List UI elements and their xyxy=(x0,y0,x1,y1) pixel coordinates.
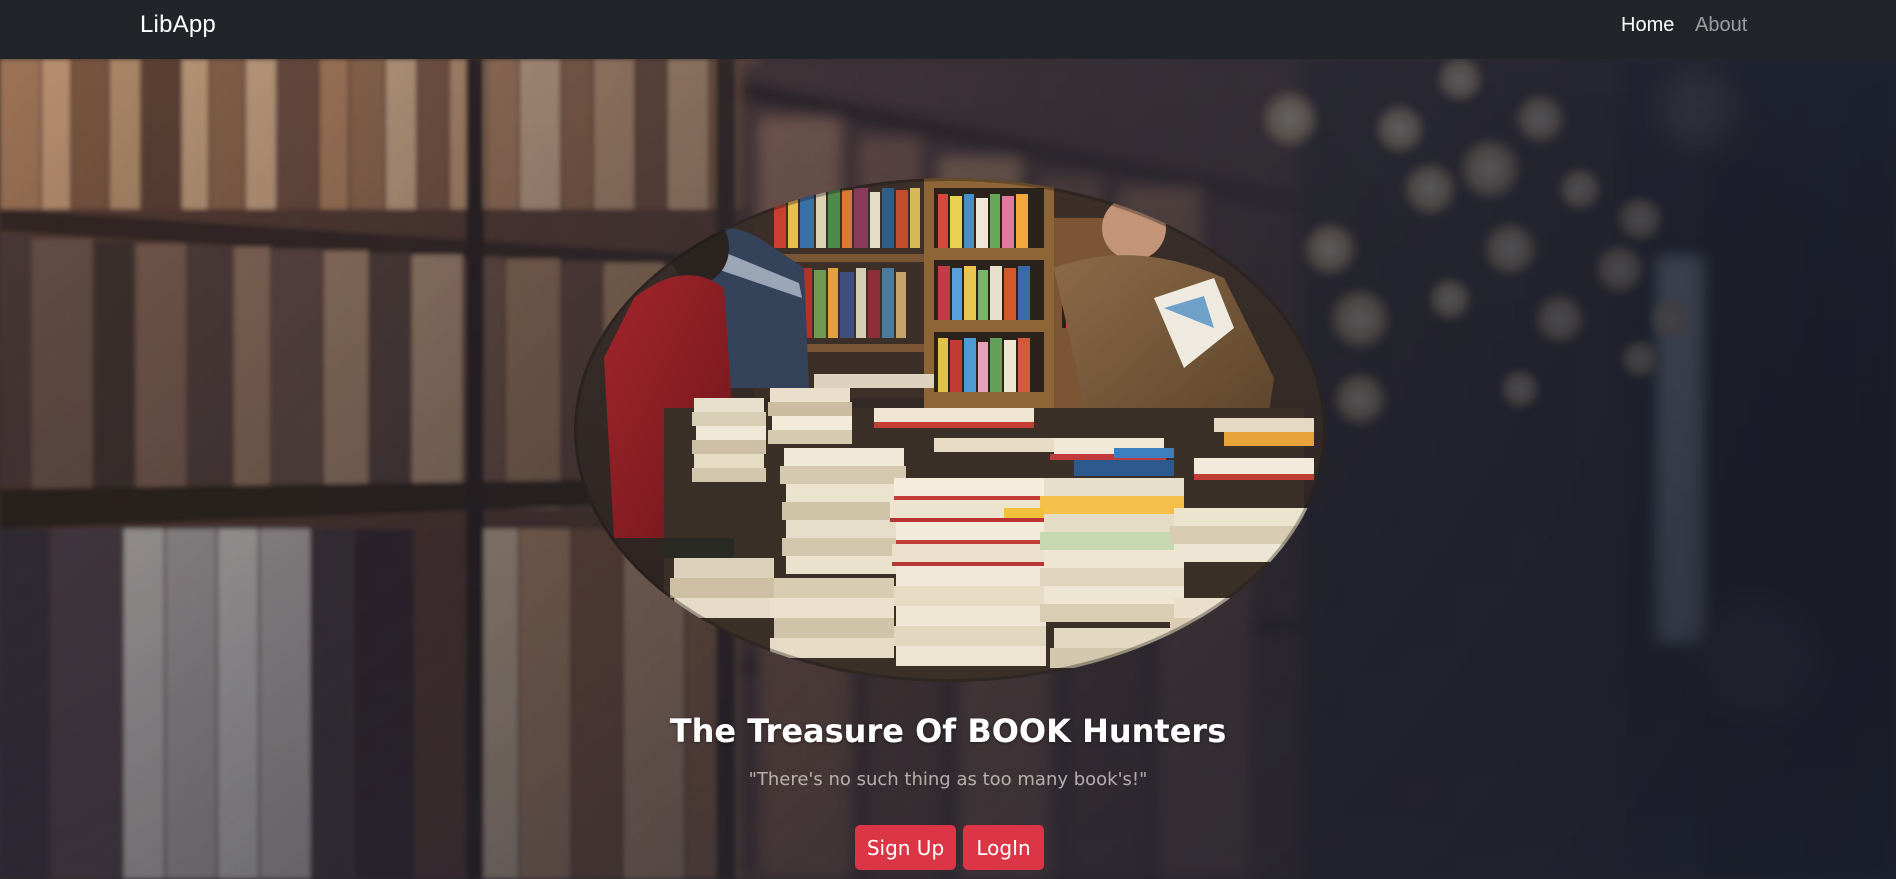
signup-button[interactable]: Sign Up xyxy=(855,825,956,870)
nav-link-about[interactable]: About xyxy=(1695,14,1747,37)
hero-quote: "There's no such thing as too many book'… xyxy=(748,769,1148,790)
brand-link[interactable]: LibApp xyxy=(140,11,216,39)
nav-link-home[interactable]: Home xyxy=(1621,14,1674,37)
navbar: LibApp Home About xyxy=(0,0,1896,59)
bookshop-oval-image xyxy=(574,178,1326,682)
hero-title: The Treasure Of BOOK Hunters xyxy=(669,712,1227,750)
login-button[interactable]: LogIn xyxy=(963,825,1044,870)
